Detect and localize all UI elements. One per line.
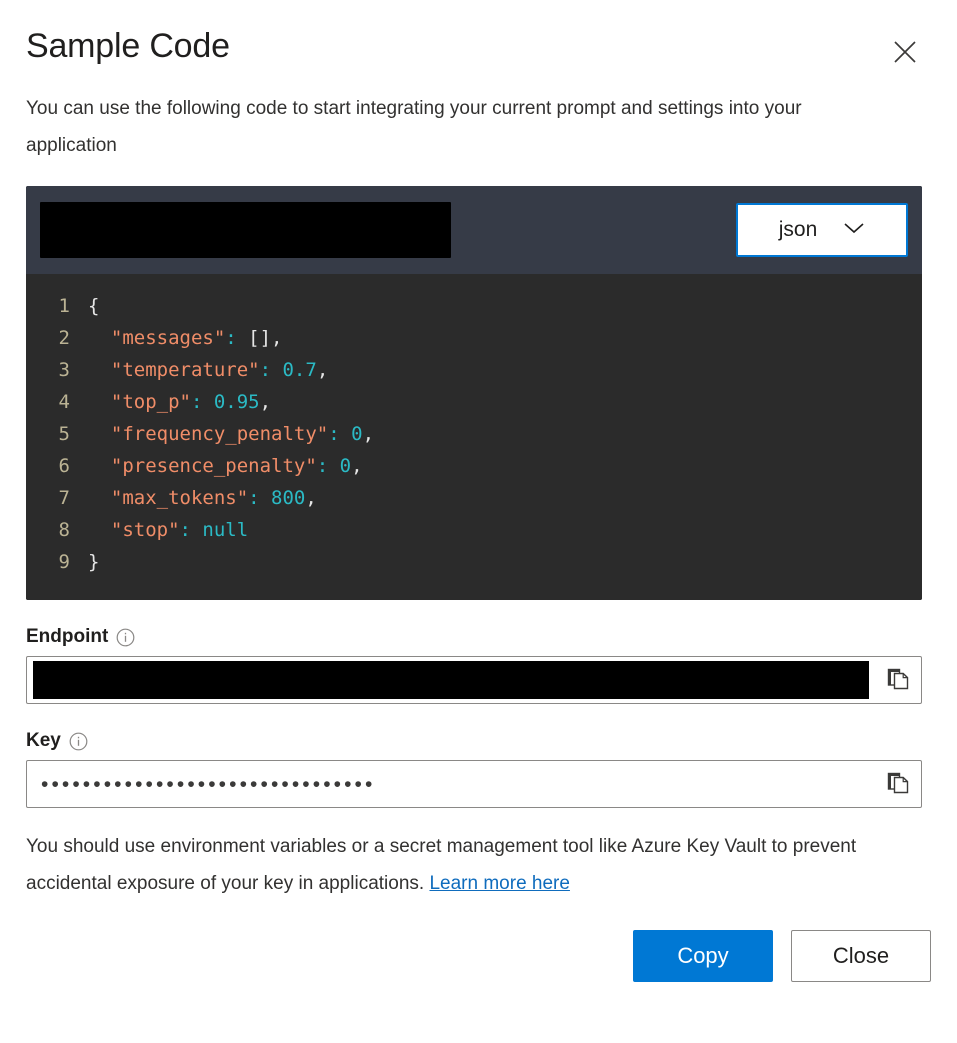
- code-line-number: 7: [26, 482, 88, 514]
- endpoint-value[interactable]: [27, 657, 875, 703]
- code-line-number: 4: [26, 386, 88, 418]
- key-value-wrap[interactable]: ••••••••••••••••••••••••••••••••: [27, 761, 875, 807]
- code-line: 9}: [26, 546, 922, 578]
- info-icon[interactable]: [116, 628, 135, 647]
- info-icon[interactable]: [69, 732, 88, 751]
- code-line-number: 8: [26, 514, 88, 546]
- code-panel-header: json: [26, 186, 922, 274]
- code-line-text: "max_tokens": 800,: [88, 482, 317, 514]
- endpoint-field[interactable]: [26, 656, 922, 704]
- sample-code-dialog: Sample Code You can use the following co…: [0, 0, 957, 1043]
- code-line-text: "frequency_penalty": 0,: [88, 418, 374, 450]
- endpoint-redacted-value: [33, 661, 869, 699]
- code-line-text: "presence_penalty": 0,: [88, 450, 363, 482]
- code-line: 5 "frequency_penalty": 0,: [26, 418, 922, 450]
- code-line-text: {: [88, 290, 99, 322]
- code-line-text: "stop": null: [88, 514, 248, 546]
- code-line-text: "top_p": 0.95,: [88, 386, 271, 418]
- close-button[interactable]: [885, 32, 925, 72]
- endpoint-label-row: Endpoint: [26, 626, 931, 648]
- code-line-number: 9: [26, 546, 88, 578]
- learn-more-link[interactable]: Learn more here: [429, 873, 569, 894]
- language-select[interactable]: json: [736, 203, 908, 257]
- key-field[interactable]: ••••••••••••••••••••••••••••••••: [26, 760, 922, 808]
- code-line: 3 "temperature": 0.7,: [26, 354, 922, 386]
- dialog-footer: Copy Close: [26, 930, 931, 982]
- code-line-text: "temperature": 0.7,: [88, 354, 328, 386]
- dialog-header: Sample Code: [26, 0, 931, 68]
- redacted-filename: [40, 202, 451, 258]
- page-title: Sample Code: [26, 24, 931, 68]
- code-line: 4 "top_p": 0.95,: [26, 386, 922, 418]
- security-warning: You should use environment variables or …: [26, 828, 926, 902]
- code-line-text: }: [88, 546, 99, 578]
- code-line-number: 5: [26, 418, 88, 450]
- copy-button[interactable]: Copy: [633, 930, 773, 982]
- code-line-number: 3: [26, 354, 88, 386]
- key-label: Key: [26, 730, 61, 752]
- chevron-down-icon: [843, 221, 865, 240]
- dialog-subtitle: You can use the following code to start …: [26, 90, 886, 164]
- close-icon: [891, 38, 919, 66]
- code-line: 7 "max_tokens": 800,: [26, 482, 922, 514]
- code-line: 6 "presence_penalty": 0,: [26, 450, 922, 482]
- copy-key-button[interactable]: [875, 761, 921, 807]
- language-select-value: json: [779, 218, 818, 242]
- close-dialog-button[interactable]: Close: [791, 930, 931, 982]
- key-masked-value: ••••••••••••••••••••••••••••••••: [39, 774, 375, 795]
- copy-icon: [885, 770, 911, 799]
- code-line-text: "messages": [],: [88, 322, 283, 354]
- code-line-number: 2: [26, 322, 88, 354]
- code-line-number: 1: [26, 290, 88, 322]
- code-line-number: 6: [26, 450, 88, 482]
- code-line: 2 "messages": [],: [26, 322, 922, 354]
- key-label-row: Key: [26, 730, 931, 752]
- code-content: 1{2 "messages": [],3 "temperature": 0.7,…: [26, 274, 922, 600]
- code-line: 8 "stop": null: [26, 514, 922, 546]
- code-panel: json 1{2 "messages": [],3 "temperature":…: [26, 186, 922, 600]
- copy-endpoint-button[interactable]: [875, 657, 921, 703]
- code-line: 1{: [26, 290, 922, 322]
- endpoint-label: Endpoint: [26, 626, 108, 648]
- copy-icon: [885, 666, 911, 695]
